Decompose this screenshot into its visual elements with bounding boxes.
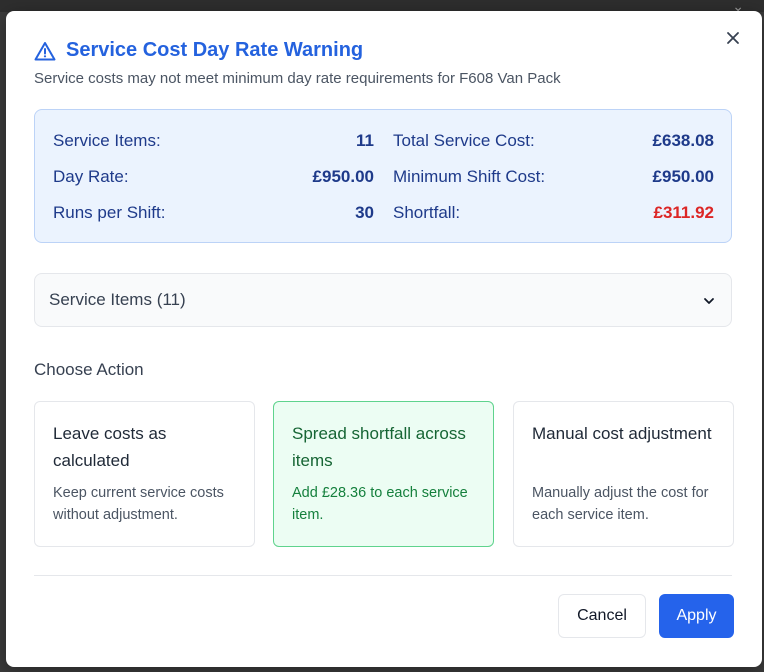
option-description: Keep current service costs without adjus… — [53, 485, 224, 523]
option-title: Spread shortfall across items — [292, 424, 466, 470]
cost-summary-panel: Service Items: 11 Total Service Cost: £6… — [34, 109, 732, 243]
warning-dialog: Service Cost Day Rate Warning Service co… — [6, 11, 762, 667]
total-service-cost-value: £638.08 — [652, 131, 714, 150]
warning-triangle-icon — [34, 41, 56, 60]
summary-row: Runs per Shift: 30 Shortfall: £311.92 — [35, 203, 731, 227]
option-description: Manually adjust the cost for each servic… — [532, 485, 709, 523]
minimum-shift-cost-value: £950.00 — [652, 167, 714, 186]
choose-action-heading: Choose Action — [34, 360, 144, 379]
dialog-subtitle: Service costs may not meet minimum day r… — [34, 70, 561, 87]
summary-row: Day Rate: £950.00 Minimum Shift Cost: £9… — [35, 167, 731, 191]
total-service-cost-label: Total Service Cost: — [393, 131, 535, 150]
dialog-title: Service Cost Day Rate Warning — [66, 39, 364, 61]
option-title: Manual cost adjustment — [532, 424, 712, 443]
shortfall-label: Shortfall: — [393, 203, 461, 222]
service-items-label: Service Items: — [53, 131, 161, 150]
option-title: Leave costs as calculated — [53, 424, 167, 470]
option-manual-adjustment[interactable]: Manual cost adjustment Manually adjust t… — [513, 401, 734, 547]
option-spread-shortfall[interactable]: Spread shortfall across items Add £28.36… — [273, 401, 494, 547]
close-icon[interactable] — [724, 29, 742, 47]
apply-button[interactable]: Apply — [659, 594, 734, 638]
chevron-down-icon — [704, 298, 714, 304]
shortfall-value: £311.92 — [653, 203, 714, 222]
service-items-accordion[interactable]: Service Items (11) — [34, 273, 732, 327]
day-rate-label: Day Rate: — [53, 167, 129, 186]
option-leave-costs[interactable]: Leave costs as calculated Keep current s… — [34, 401, 255, 547]
runs-per-shift-label: Runs per Shift: — [53, 203, 166, 222]
summary-row: Service Items: 11 Total Service Cost: £6… — [35, 131, 731, 155]
service-items-value: 11 — [356, 131, 374, 150]
dialog-header: Service Cost Day Rate Warning — [34, 39, 363, 62]
minimum-shift-cost-label: Minimum Shift Cost: — [393, 167, 546, 186]
option-description: Add £28.36 to each service item. — [292, 485, 468, 523]
runs-per-shift-value: 30 — [355, 203, 374, 222]
day-rate-value: £950.00 — [312, 167, 374, 186]
footer-divider — [34, 575, 732, 576]
cancel-button[interactable]: Cancel — [558, 594, 646, 638]
accordion-label: Service Items (11) — [49, 290, 186, 309]
